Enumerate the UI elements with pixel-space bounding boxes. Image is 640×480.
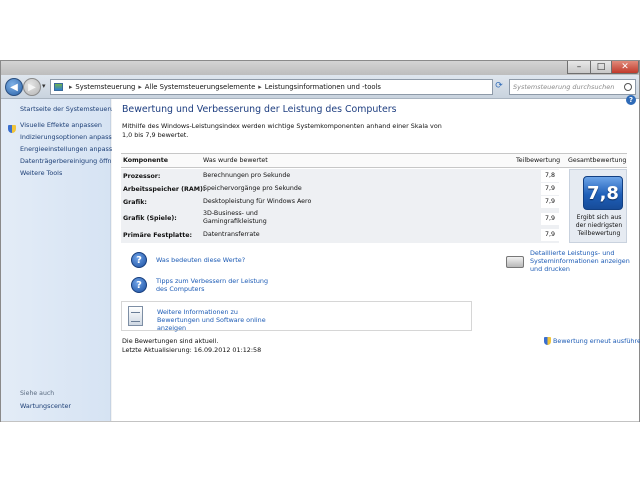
row-score: 7,9 <box>541 196 559 208</box>
control-panel-window: – □ ✕ ◀ ▶ ▾ ▸ Systemsteuerung ▸ Alle System… <box>0 60 640 422</box>
crumb-performance[interactable]: Leistungsinformationen und -tools <box>265 83 381 91</box>
sidebar-item-disk-cleanup[interactable]: Datenträgerbereinigung öffnen <box>20 157 120 165</box>
help-icon[interactable]: ? <box>626 95 636 105</box>
row-rated: Desktopleistung für Windows Aero <box>203 198 312 205</box>
refresh-icon: ⟳ <box>495 81 503 91</box>
search-input[interactable]: Systemsteuerung durchsuchen <box>509 79 636 95</box>
recent-pages-dropdown[interactable]: ▾ <box>42 82 46 90</box>
row-rated: Berechnungen pro Sekunde <box>203 172 291 179</box>
control-panel-icon <box>54 83 63 91</box>
maximize-icon: □ <box>596 62 606 72</box>
see-also-heading: Siehe auch <box>20 390 55 397</box>
link-performance-tips[interactable]: Tipps zum Verbessern der Leistung des Co… <box>156 277 276 293</box>
row-score: 7,8 <box>541 170 559 182</box>
shield-icon <box>544 337 551 345</box>
printer-icon <box>506 256 524 268</box>
status-current: Die Bewertungen sind aktuell. <box>122 337 219 345</box>
row-component: Prozessor: <box>123 173 161 180</box>
forward-button[interactable]: ▶ <box>23 78 41 96</box>
breadcrumb[interactable]: ▸ Systemsteuerung ▸ Alle Systemsteuerungsel… <box>50 79 493 95</box>
row-score: 7,9 <box>541 213 559 225</box>
row-score: 7,9 <box>541 183 559 195</box>
title-bar[interactable]: – □ ✕ <box>1 61 639 75</box>
row-rated: 3D-Business- und Gamingrafikleistung <box>203 210 267 225</box>
window-bottom-border <box>1 421 639 422</box>
row-component: Grafik (Spiele): <box>123 215 177 222</box>
page-title: Bewertung und Verbesserung der Leistung … <box>122 104 397 115</box>
rerun-assessment-link[interactable]: Bewertung erneut ausführen <box>544 337 640 345</box>
arrow-left-icon: ◀ <box>10 82 18 93</box>
link-online-info[interactable]: Weitere Informationen zu Bewertungen und… <box>157 308 277 332</box>
row-score: 7,9 <box>541 229 559 241</box>
crumb-all-items[interactable]: Alle Systemsteuerungselemente <box>145 83 255 91</box>
close-icon: ✕ <box>621 62 629 72</box>
sidebar-item-visual-effects[interactable]: Visuelle Effekte anpassen <box>20 121 102 129</box>
desktop-background: – □ ✕ ◀ ▶ ▾ ▸ Systemsteuerung ▸ Alle System… <box>0 0 640 480</box>
question-icon[interactable]: ? <box>131 277 147 293</box>
search-placeholder: Systemsteuerung durchsuchen <box>513 83 615 91</box>
row-rated: Datentransferrate <box>203 231 260 238</box>
back-button[interactable]: ◀ <box>5 78 23 96</box>
sidebar-item-action-center[interactable]: Wartungscenter <box>20 402 71 410</box>
shield-icon <box>8 125 16 133</box>
minimize-button[interactable]: – <box>567 61 591 74</box>
status-last-update: Letzte Aktualisierung: 16.09.2012 01:12:… <box>122 345 262 354</box>
link-what-values-mean[interactable]: Was bedeuten diese Werte? <box>156 256 245 264</box>
document-icon <box>128 306 143 326</box>
search-icon[interactable] <box>624 83 632 91</box>
breadcrumb-separator: ▸ <box>258 83 262 91</box>
sidebar-item-power[interactable]: Energieeinstellungen anpassen <box>20 145 120 153</box>
address-bar: ◀ ▶ ▾ ▸ Systemsteuerung ▸ Alle Systemsteuer… <box>1 75 639 99</box>
row-component: Grafik: <box>123 199 147 206</box>
link-detailed-info[interactable]: Detaillierte Leistungs- und Systeminform… <box>530 249 638 273</box>
intro-text: Mithilfe des Windows-Leistungsindex werd… <box>122 122 442 139</box>
refresh-button[interactable]: ⟳ <box>492 80 506 94</box>
minimize-icon: – <box>576 62 582 72</box>
status-text: Die Bewertungen sind aktuell. Letzte Akt… <box>122 337 261 354</box>
table-body: Prozessor: Berechnungen pro Sekunde 7,8 … <box>121 169 559 243</box>
rerun-label: Bewertung erneut ausführen <box>553 337 640 345</box>
overall-score-panel: 7,8 Ergibt sich aus der niedrigsten Teil… <box>569 169 627 243</box>
row-component: Primäre Festplatte: <box>123 232 193 239</box>
breadcrumb-separator: ▸ <box>138 83 142 91</box>
crumb-systemsteuerung[interactable]: Systemsteuerung <box>75 83 135 91</box>
overall-score-note: Ergibt sich aus der niedrigsten Teilbewe… <box>575 214 623 237</box>
header-overall: Gesamtbewertung <box>568 157 627 164</box>
sidebar-item-more-tools[interactable]: Weitere Tools <box>20 169 62 177</box>
main-content: ? Bewertung und Verbesserung der Leistun… <box>112 95 640 421</box>
question-icon[interactable]: ? <box>131 252 147 268</box>
arrow-right-icon: ▶ <box>28 82 36 93</box>
online-info-panel: Weitere Informationen zu Bewertungen und… <box>121 301 472 332</box>
header-rated: Was wurde bewertet <box>203 157 268 164</box>
maximize-button[interactable]: □ <box>590 61 612 74</box>
sidebar: Startseite der Systemsteuerung Visuelle … <box>1 99 122 421</box>
sidebar-item-indexing[interactable]: Indizierungsoptionen anpassen <box>20 133 120 141</box>
header-subscore: Teilbewertung <box>516 157 561 164</box>
breadcrumb-separator: ▸ <box>69 83 73 91</box>
sidebar-item-home[interactable]: Startseite der Systemsteuerung <box>20 105 122 113</box>
breadcrumb-path: ▸ Systemsteuerung ▸ Alle Systemsteuerungsel… <box>66 80 381 94</box>
table-header: Komponente Was wurde bewertet Teilbewert… <box>121 153 627 168</box>
close-button[interactable]: ✕ <box>611 61 639 74</box>
row-component: Arbeitsspeicher (RAM): <box>123 186 206 193</box>
header-component: Komponente <box>123 157 169 164</box>
overall-score-badge: 7,8 <box>583 176 623 210</box>
row-rated: Speichervorgänge pro Sekunde <box>203 185 302 192</box>
